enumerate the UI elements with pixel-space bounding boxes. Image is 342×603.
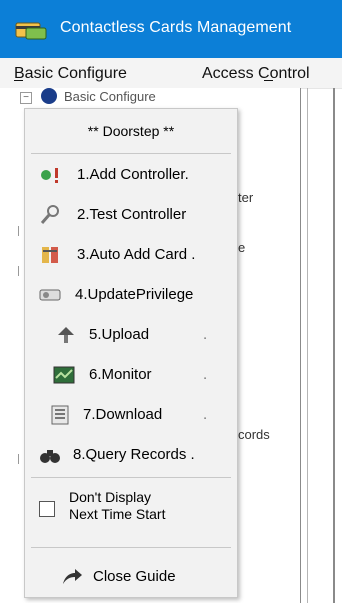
tree-item-fragment[interactable]: e bbox=[238, 240, 245, 255]
tree-collapse-icon[interactable]: − bbox=[20, 92, 32, 104]
separator bbox=[31, 477, 231, 478]
guide-item-query-records[interactable]: 8.Query Records . bbox=[25, 435, 237, 475]
pane-divider bbox=[333, 88, 335, 603]
add-controller-icon bbox=[41, 168, 58, 183]
separator-dot: . bbox=[203, 406, 208, 423]
guide-item-label: 2.Test Controller bbox=[77, 206, 187, 223]
separator-dot: . bbox=[203, 326, 208, 343]
guide-item-test-controller[interactable]: 2.Test Controller bbox=[25, 195, 237, 235]
guide-item-label: 8.Query Records . bbox=[73, 446, 195, 463]
separator bbox=[31, 153, 231, 154]
title-bar: Contactless Cards Management bbox=[0, 0, 342, 58]
menu-mnemonic-underline bbox=[14, 80, 23, 81]
dont-display-option[interactable]: Don't Display Next Time Start bbox=[25, 483, 237, 533]
guide-item-upload[interactable]: 5.Upload . bbox=[25, 315, 237, 355]
monitor-icon bbox=[53, 366, 75, 384]
test-controller-icon bbox=[40, 205, 59, 224]
guide-item-monitor[interactable]: 6.Monitor . bbox=[25, 355, 237, 395]
pane-divider bbox=[307, 88, 308, 603]
guide-item-download[interactable]: 7.Download . bbox=[25, 395, 237, 435]
guide-item-add-controller[interactable]: 1.Add Controller. bbox=[25, 155, 237, 195]
dont-display-label: Don't Display Next Time Start bbox=[69, 489, 166, 522]
auto-add-card-icon bbox=[42, 247, 58, 263]
app-logo-icon bbox=[15, 22, 47, 40]
guide-item-label: 6.Monitor bbox=[89, 366, 152, 383]
dont-display-checkbox[interactable] bbox=[39, 501, 55, 517]
guide-item-label: 4.UpdatePrivilege bbox=[75, 286, 194, 303]
query-records-icon bbox=[40, 450, 60, 463]
globe-icon bbox=[41, 88, 57, 104]
guide-header: ** Doorstep ** bbox=[87, 123, 175, 139]
tree-item-fragment[interactable]: cords bbox=[238, 427, 270, 442]
pane-divider bbox=[300, 88, 301, 603]
tree-line bbox=[18, 226, 22, 236]
guide-item-label: 7.Download bbox=[83, 406, 163, 423]
tree-line bbox=[18, 266, 22, 276]
guide-item-label: 5.Upload bbox=[89, 326, 150, 343]
menu-access-control[interactable]: Access Control bbox=[202, 65, 310, 83]
menu-basic-configure[interactable]: Basic Configure bbox=[14, 65, 127, 83]
doorstep-guide-panel: ** Doorstep ** 1.Add Controller. 2.Test … bbox=[24, 108, 238, 598]
download-icon bbox=[51, 405, 69, 425]
separator bbox=[31, 547, 231, 548]
tree-item-basic-configure[interactable]: Basic Configure bbox=[64, 89, 156, 104]
upload-icon bbox=[58, 327, 74, 343]
guide-item-label: 1.Add Controller. bbox=[77, 166, 189, 183]
menu-bar: Basic Configure Access Control bbox=[0, 58, 342, 89]
close-guide-button[interactable]: Close Guide bbox=[25, 555, 237, 597]
window-title: Contactless Cards Management bbox=[60, 19, 292, 36]
tree-line bbox=[18, 454, 22, 464]
menu-mnemonic-underline bbox=[264, 80, 273, 81]
guide-item-label: 3.Auto Add Card . bbox=[77, 246, 196, 263]
close-guide-label: Close Guide bbox=[93, 568, 176, 585]
tree-item-fragment[interactable]: ter bbox=[238, 190, 253, 205]
update-privilege-icon bbox=[39, 289, 61, 301]
arrow-forward-icon bbox=[63, 569, 82, 584]
separator-dot: . bbox=[203, 366, 208, 383]
guide-item-update-privilege[interactable]: 4.UpdatePrivilege bbox=[25, 275, 237, 315]
guide-item-auto-add-card[interactable]: 3.Auto Add Card . bbox=[25, 235, 237, 275]
